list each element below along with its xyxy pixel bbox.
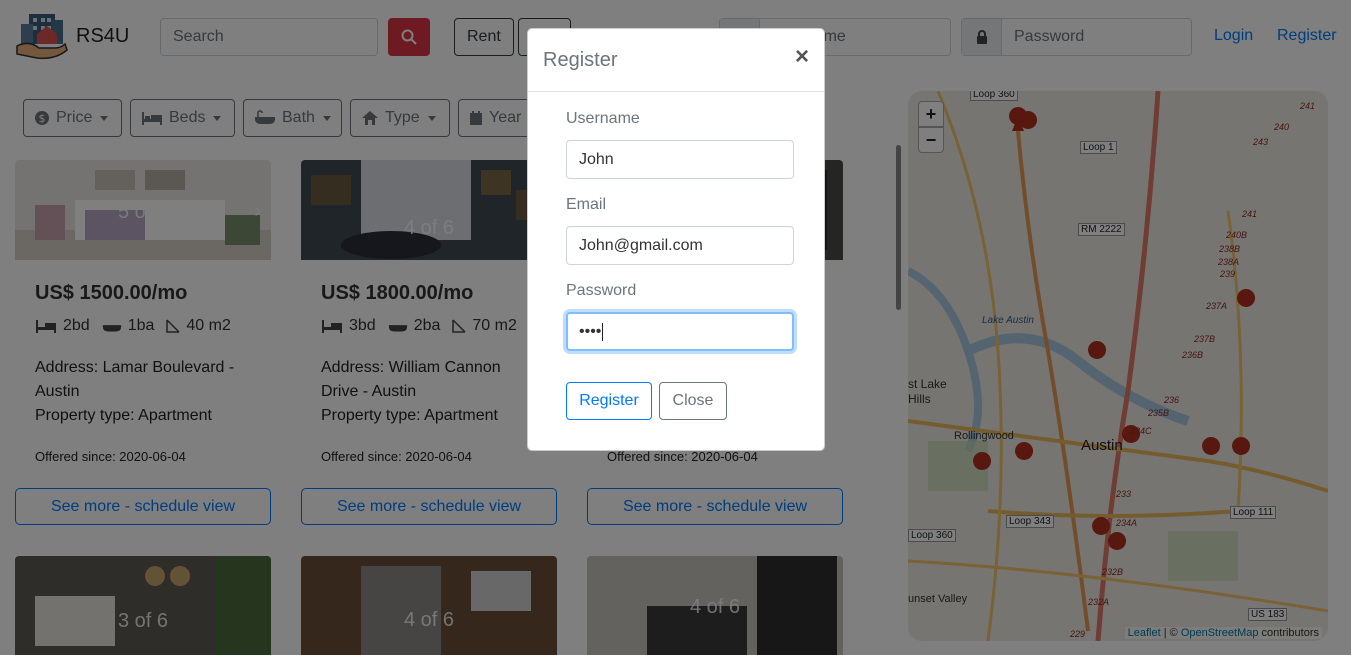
username-input[interactable]: John bbox=[566, 140, 794, 179]
close-icon[interactable]: × bbox=[795, 45, 809, 69]
password-value: •••• bbox=[579, 323, 602, 340]
username-label: Username bbox=[566, 110, 640, 127]
password-input[interactable]: •••• bbox=[566, 312, 794, 351]
modal-title: Register bbox=[543, 49, 618, 71]
email-label: Email bbox=[566, 196, 607, 213]
text-cursor bbox=[602, 322, 604, 341]
register-button[interactable]: Register bbox=[566, 382, 652, 420]
register-modal: Register × Username John Email John@gmai… bbox=[527, 28, 825, 451]
close-button[interactable]: Close bbox=[659, 382, 727, 420]
password-label: Password bbox=[566, 282, 637, 299]
email-input[interactable]: John@gmail.com bbox=[566, 226, 794, 265]
modal-header: Register × bbox=[528, 29, 824, 92]
